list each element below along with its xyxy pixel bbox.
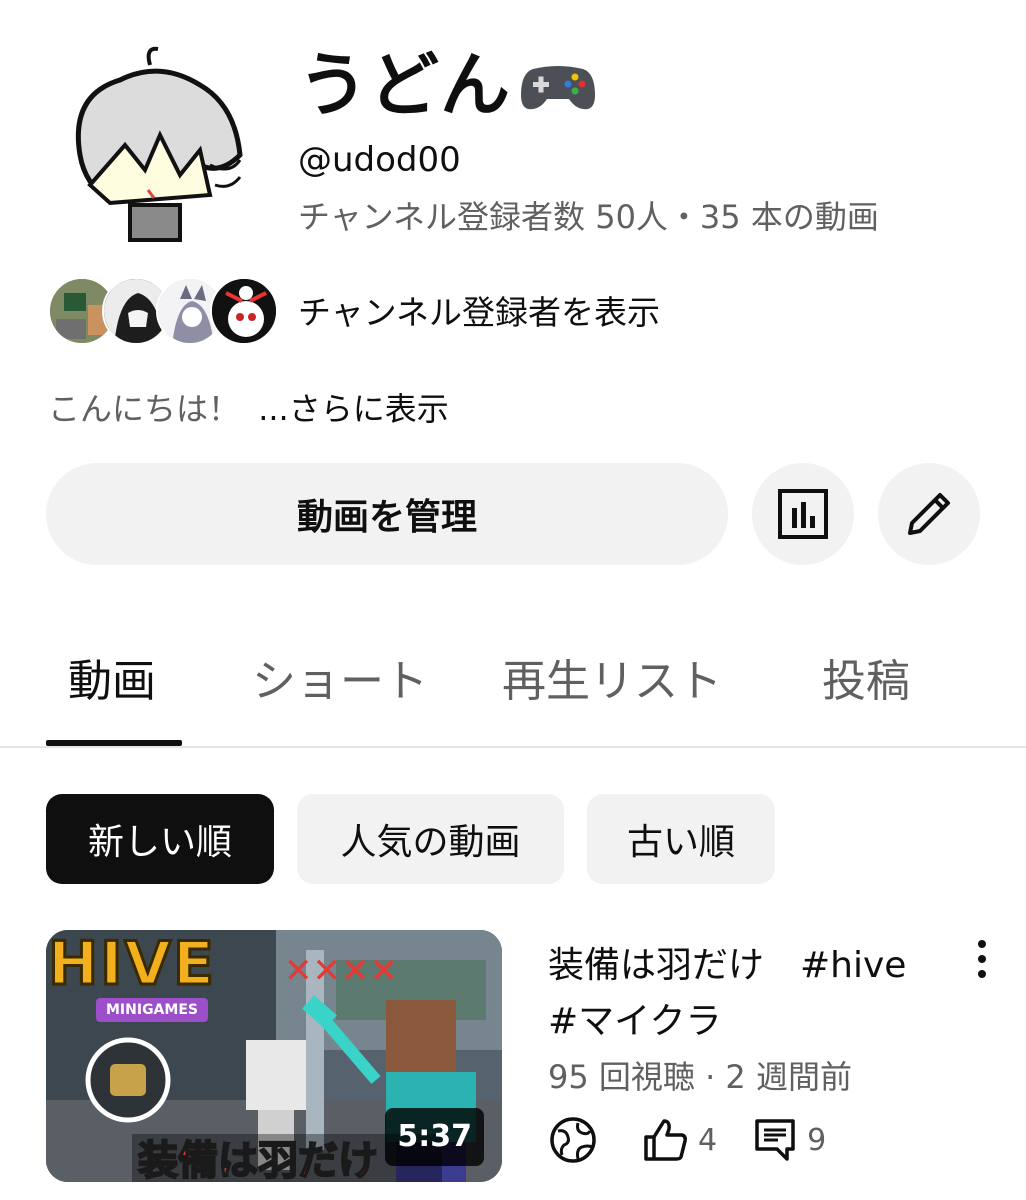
more-vert-icon[interactable] bbox=[962, 934, 1002, 984]
thumbnail-logo-sub: MINIGAMES bbox=[96, 998, 208, 1022]
avatar-illustration bbox=[75, 46, 243, 242]
chip-oldest[interactable]: 古い順 bbox=[587, 794, 775, 884]
video-duration: 5:37 bbox=[385, 1108, 484, 1166]
channel-description[interactable]: こんにちは！ ...さらに表示 bbox=[48, 388, 449, 430]
comment-icon bbox=[755, 1119, 795, 1161]
analytics-icon bbox=[778, 489, 828, 539]
comments-count: 9 bbox=[751, 1115, 826, 1165]
manage-videos-button[interactable]: 動画を管理 bbox=[46, 463, 728, 565]
channel-stats: チャンネル登録者数 50人・35 本の動画 bbox=[298, 198, 879, 236]
chip-popular[interactable]: 人気の動画 bbox=[297, 794, 564, 884]
gamepad-icon bbox=[521, 66, 595, 110]
subscriber-avatars[interactable] bbox=[48, 277, 278, 347]
thumbnail-x-marks: ✕✕✕✕ bbox=[284, 951, 398, 991]
thumbs-up-icon bbox=[644, 1119, 687, 1161]
description-text: こんにちは！ bbox=[48, 390, 241, 428]
tab-playlists[interactable]: 再生リスト bbox=[502, 652, 722, 712]
view-subscribers-link[interactable]: チャンネル登録者を表示 bbox=[298, 292, 660, 334]
likes-count: 4 bbox=[640, 1115, 717, 1165]
thumbnail-logo: HIVE bbox=[47, 930, 216, 999]
video-stats-row: 4 9 bbox=[548, 1112, 860, 1168]
channel-handle: @udod00 bbox=[298, 140, 461, 180]
comments-value: 9 bbox=[807, 1122, 827, 1158]
video-thumbnail[interactable]: ✕✕✕✕ HIVE MINIGAMES 装備は羽だけ 5:37 bbox=[46, 930, 502, 1182]
video-title-line1: 装備は羽だけ #hive bbox=[548, 945, 907, 986]
subscriber-avatar bbox=[210, 277, 278, 345]
tab-posts[interactable]: 投稿 bbox=[822, 652, 910, 712]
chip-newest[interactable]: 新しい順 bbox=[46, 794, 274, 884]
analytics-button[interactable] bbox=[752, 463, 854, 565]
channel-name-text: うどん bbox=[298, 44, 511, 126]
pencil-icon bbox=[908, 493, 950, 535]
edit-button[interactable] bbox=[878, 463, 980, 565]
active-tab-indicator bbox=[46, 740, 182, 746]
likes-value: 4 bbox=[698, 1122, 718, 1158]
visibility-public bbox=[548, 1115, 606, 1165]
tab-videos[interactable]: 動画 bbox=[68, 652, 156, 712]
channel-avatar[interactable] bbox=[50, 35, 260, 250]
video-title-line2: #マイクラ bbox=[548, 1001, 722, 1042]
channel-tabs: 動画 ショート 再生リスト 投稿 bbox=[0, 640, 1026, 748]
channel-name: うどん bbox=[298, 42, 597, 128]
globe-icon bbox=[550, 1117, 596, 1163]
video-title[interactable]: 装備は羽だけ #hive #マイクラ bbox=[548, 938, 948, 1050]
show-more-link[interactable]: ...さらに表示 bbox=[258, 390, 449, 428]
video-meta: 95 回視聴 · 2 週間前 bbox=[548, 1058, 852, 1096]
tab-shorts[interactable]: ショート bbox=[252, 652, 428, 712]
thumbnail-caption: 装備は羽だけ bbox=[137, 1137, 379, 1182]
